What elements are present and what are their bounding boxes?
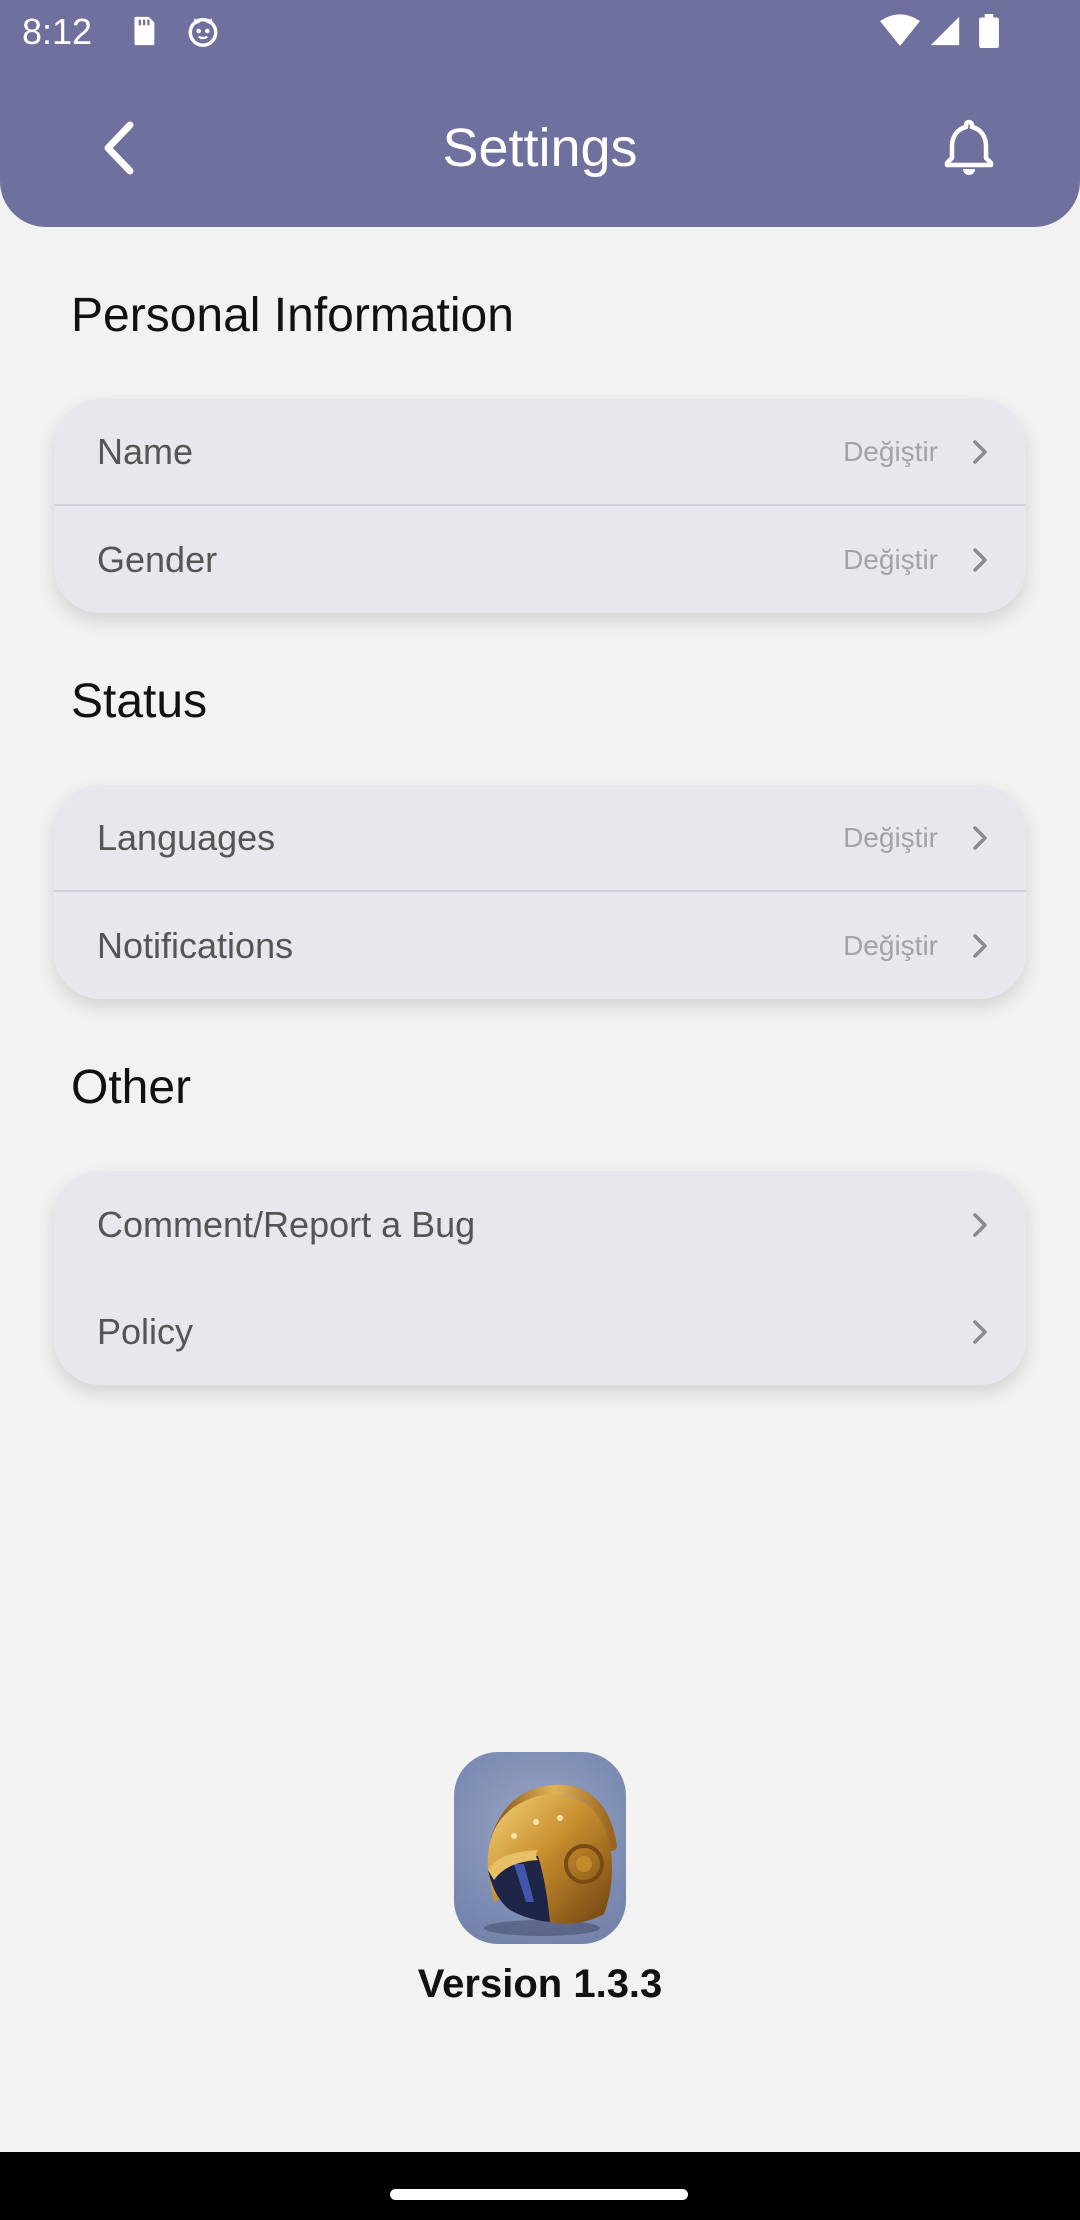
row-label: Notifications	[97, 924, 294, 966]
wifi-icon	[880, 14, 920, 48]
other-card: Comment/Report a Bug Policy	[54, 1171, 1026, 1385]
settings-row-policy[interactable]: Policy	[54, 1278, 1026, 1385]
chevron-right-icon	[964, 1316, 996, 1348]
golden-helmet-logo	[454, 1752, 626, 1944]
chevron-right-icon	[964, 1209, 996, 1241]
settings-row-notifications[interactable]: Notifications Değiştir	[54, 892, 1026, 999]
bell-icon	[938, 116, 1000, 178]
settings-row-comment-report-bug[interactable]: Comment/Report a Bug	[54, 1171, 1026, 1278]
row-action-text: Değiştir	[843, 543, 938, 575]
row-label: Gender	[97, 538, 218, 580]
chevron-right-icon	[964, 544, 996, 576]
settings-row-languages[interactable]: Languages Değiştir	[54, 785, 1026, 892]
row-action-text: Değiştir	[843, 435, 938, 467]
home-gesture-handle[interactable]	[390, 2189, 688, 2200]
settings-row-gender[interactable]: Gender Değiştir	[54, 506, 1026, 613]
battery-icon	[978, 14, 1000, 48]
row-label: Languages	[97, 816, 276, 858]
row-label: Policy	[97, 1310, 194, 1352]
row-action-text: Değiştir	[843, 821, 938, 853]
section-title-other: Other	[71, 1061, 192, 1114]
section-title-status: Status	[71, 675, 208, 728]
page-title: Settings	[442, 118, 638, 178]
notifications-button[interactable]	[938, 116, 1000, 178]
cellular-signal-icon	[928, 14, 962, 48]
chevron-right-icon	[964, 930, 996, 962]
row-label: Name	[97, 430, 194, 472]
system-navigation-bar	[0, 2152, 1080, 2220]
chevron-right-icon	[964, 822, 996, 854]
row-action-text: Değiştir	[843, 929, 938, 961]
cat-face-icon	[186, 14, 220, 48]
app-header: 8:12 Settings	[0, 0, 1080, 227]
back-button[interactable]	[92, 113, 148, 183]
settings-row-name[interactable]: Name Değiştir	[54, 399, 1026, 506]
status-card: Languages Değiştir Notifications Değişti…	[54, 785, 1026, 999]
personal-information-card: Name Değiştir Gender Değiştir	[54, 399, 1026, 613]
chevron-left-icon	[92, 113, 148, 183]
app-version: Version 1.3.3	[417, 1962, 663, 2006]
status-time: 8:12	[22, 11, 93, 52]
status-bar: 8:12	[0, 0, 1080, 64]
row-label: Comment/Report a Bug	[97, 1203, 476, 1245]
sd-card-icon	[126, 14, 160, 48]
chevron-right-icon	[964, 436, 996, 468]
section-title-personal-information: Personal Information	[71, 289, 514, 342]
